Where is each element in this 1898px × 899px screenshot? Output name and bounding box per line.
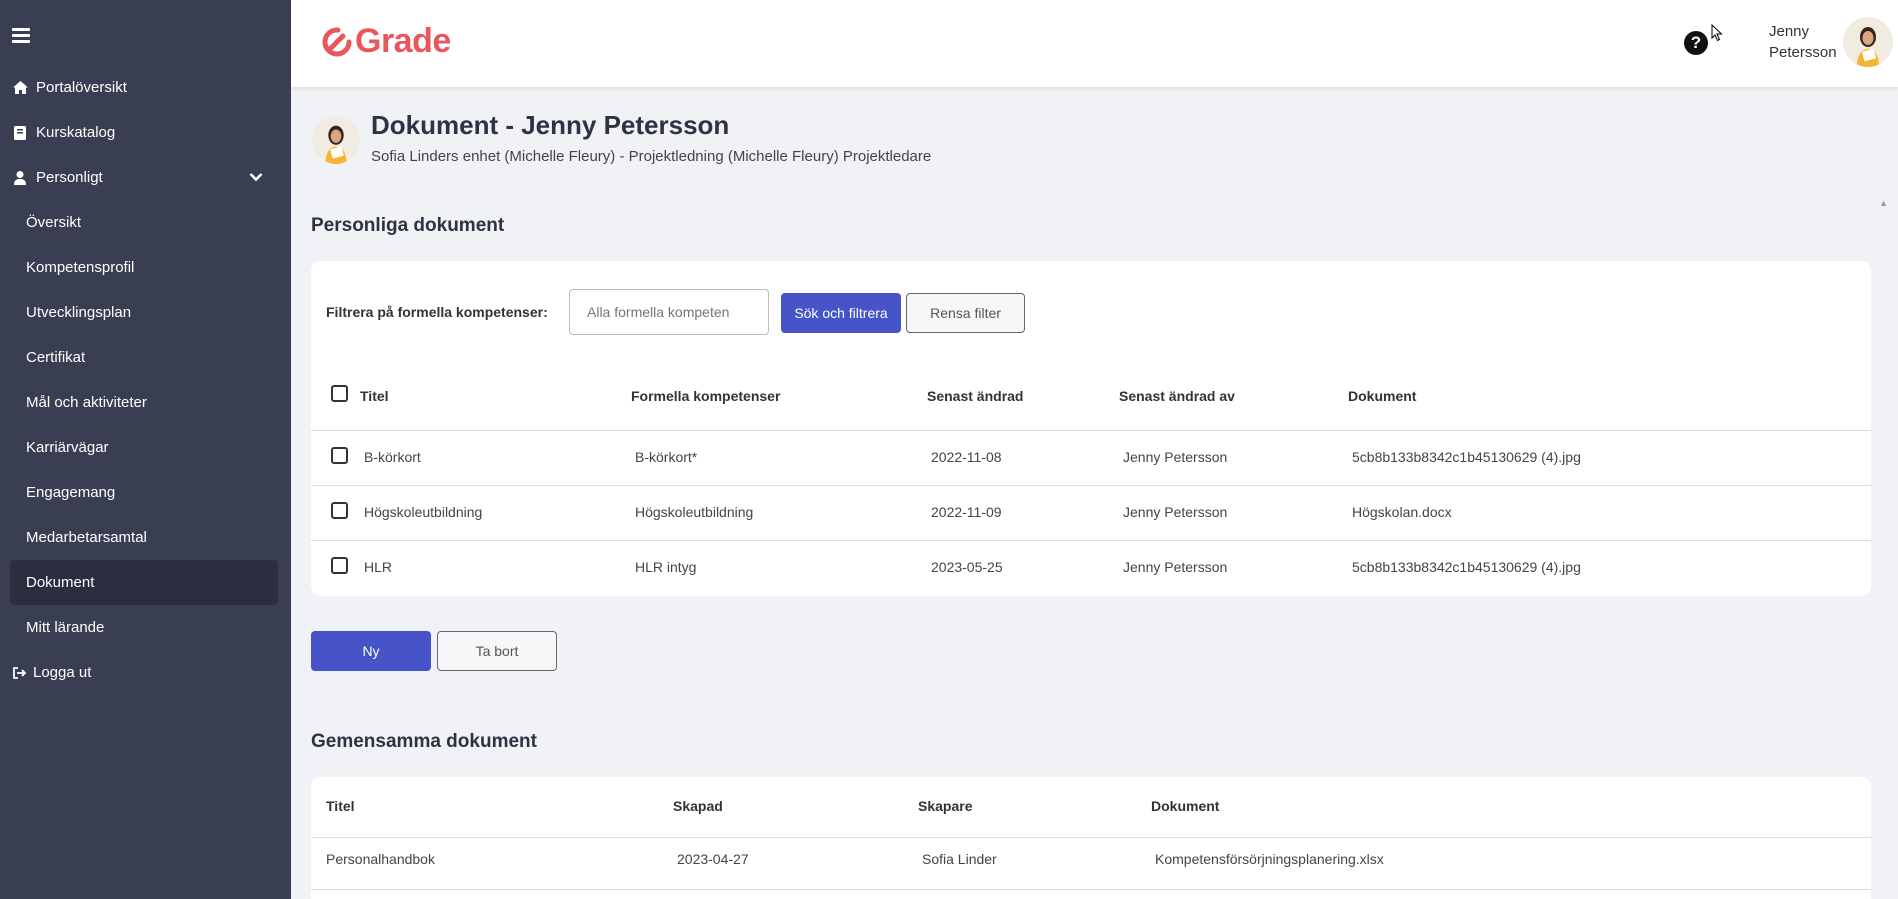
row-document-link[interactable]: 5cb8b133b8342c1b45130629 (4).jpg [1352,449,1581,465]
row-competence: Högskoleutbildning [635,504,754,520]
sidebar-item-label: Kurskatalog [36,124,116,141]
user-name[interactable]: Jenny Petersson [1769,21,1837,63]
sidebar-item-label: Mål och aktiviteter [26,394,147,411]
row-divider [311,540,1871,541]
column-header-document[interactable]: Dokument [1348,388,1416,404]
page-subtitle: Sofia Linders enhet (Michelle Fleury) - … [371,148,932,165]
row-created-date: 2023-04-27 [677,851,749,867]
sidebar-item-label: Personligt [36,169,103,186]
row-checkbox[interactable] [331,557,348,574]
row-divider [311,889,1871,890]
sidebar-item-label: Portalöversikt [36,79,127,96]
delete-document-button[interactable]: Ta bort [437,631,557,671]
row-modified-by: Jenny Petersson [1123,449,1228,465]
logo-text: Grade [355,22,451,60]
sidebar-item-label: Logga ut [33,664,92,681]
shared-documents-card: Titel Skapad Skapare Dokument Personalha… [311,777,1871,899]
row-document-link[interactable]: 5cb8b133b8342c1b45130629 (4).jpg [1352,559,1581,575]
row-title[interactable]: HLR [364,559,392,575]
sidebar-item-label: Engagemang [26,484,116,501]
section-title-personal: Personliga dokument [311,215,505,236]
sidebar-item-label: Karriärvägar [26,439,109,456]
sidebar-item-dokument[interactable]: Dokument [10,560,278,605]
top-header: Grade ? Jenny Petersson [291,0,1898,87]
row-modified-date: 2023-05-25 [931,559,1003,575]
sidebar-item-oversikt[interactable]: Översikt [0,200,291,245]
clear-filter-button[interactable]: Rensa filter [906,293,1025,333]
search-filter-button[interactable]: Sök och filtrera [781,293,901,333]
question-circle-icon[interactable]: ? [1684,31,1708,55]
sidebar-item-kurskatalog[interactable]: Kurskatalog [0,110,291,155]
user-last-name: Petersson [1769,44,1837,61]
new-document-button[interactable]: Ny [311,631,431,671]
book-icon [12,125,28,140]
column-header-document[interactable]: Dokument [1151,798,1219,814]
section-title-shared: Gemensamma dokument [311,731,537,752]
row-document-link[interactable]: Högskolan.docx [1352,504,1452,520]
select-all-checkbox[interactable] [331,385,348,402]
sidebar-item-label: Dokument [26,574,95,591]
row-modified-date: 2022-11-08 [931,449,1002,465]
logo-mark-icon [322,26,352,56]
chevron-down-icon[interactable] [249,169,263,186]
row-checkbox[interactable] [331,447,348,464]
column-header-modified-by[interactable]: Senast ändrad av [1119,388,1235,404]
main-content: Dokument - Jenny Petersson Sofia Linders… [291,87,1898,899]
user-icon [12,170,28,185]
sidebar-item-mal-och-aktiviteter[interactable]: Mål och aktiviteter [0,380,291,425]
row-modified-by: Jenny Petersson [1123,504,1228,520]
sidebar-item-certifikat[interactable]: Certifikat [0,335,291,380]
row-title[interactable]: B-körkort [364,449,421,465]
user-first-name: Jenny [1769,23,1810,40]
column-header-competences[interactable]: Formella kompetenser [631,388,780,404]
sidebar-item-label: Mitt lärande [26,619,105,636]
page-title: Dokument - Jenny Petersson [371,110,730,140]
column-header-creator[interactable]: Skapare [918,798,972,814]
menu-toggle-icon[interactable] [12,28,30,43]
row-modified-date: 2022-11-09 [931,504,1002,520]
sidebar-item-engagemang[interactable]: Engagemang [0,470,291,515]
sidebar-item-label: Översikt [26,214,82,231]
personal-documents-card: Filtrera på formella kompetenser: Sök oc… [311,261,1871,596]
row-competence: B-körkort* [635,449,698,465]
sidebar-item-utvecklingsplan[interactable]: Utvecklingsplan [0,290,291,335]
row-document-link[interactable]: Kompetensförsörjningsplanering.xlsx [1155,851,1384,867]
row-creator: Sofia Linder [922,851,997,867]
row-title[interactable]: Personalhandbok [326,851,435,867]
row-title[interactable]: Högskoleutbildning [364,504,482,520]
home-icon [12,81,28,94]
logout-icon [12,666,28,679]
sidebar: Portalöversikt Kurskatalog Personligt Öv… [0,0,291,899]
sidebar-item-karriarvagar[interactable]: Karriärvägar [0,425,291,470]
row-divider [311,430,1871,431]
sidebar-item-label: Kompetensprofil [26,259,135,276]
sidebar-item-personligt[interactable]: Personligt [0,155,291,200]
row-modified-by: Jenny Petersson [1123,559,1228,575]
sidebar-nav: Portalöversikt Kurskatalog Personligt Öv… [0,65,291,695]
sidebar-item-label: Certifikat [26,349,86,366]
sidebar-item-portaloversikt[interactable]: Portalöversikt [0,65,291,110]
sidebar-item-kompetensprofil[interactable]: Kompetensprofil [0,245,291,290]
filter-label: Filtrera på formella kompetenser: [326,304,548,320]
row-divider [311,837,1871,838]
column-header-title[interactable]: Titel [326,798,355,814]
mouse-cursor-icon [1711,24,1723,42]
sidebar-item-label: Medarbetarsamtal [26,529,147,546]
sidebar-item-medarbetarsamtal[interactable]: Medarbetarsamtal [0,515,291,560]
column-header-title[interactable]: Titel [360,388,389,404]
sidebar-item-logga-ut[interactable]: Logga ut [0,650,291,695]
row-checkbox[interactable] [331,502,348,519]
competence-filter-input[interactable] [569,289,769,335]
avatar [312,116,360,164]
row-competence: HLR intyg [635,559,697,575]
column-header-last-modified[interactable]: Senast ändrad [927,388,1023,404]
avatar[interactable] [1843,17,1893,67]
grade-logo[interactable]: Grade [321,22,451,61]
sidebar-item-mitt-larande[interactable]: Mitt lärande [0,605,291,650]
scroll-up-icon[interactable]: ▲ [1879,198,1888,208]
column-header-created[interactable]: Skapad [673,798,723,814]
row-divider [311,485,1871,486]
sidebar-item-label: Utvecklingsplan [26,304,132,321]
